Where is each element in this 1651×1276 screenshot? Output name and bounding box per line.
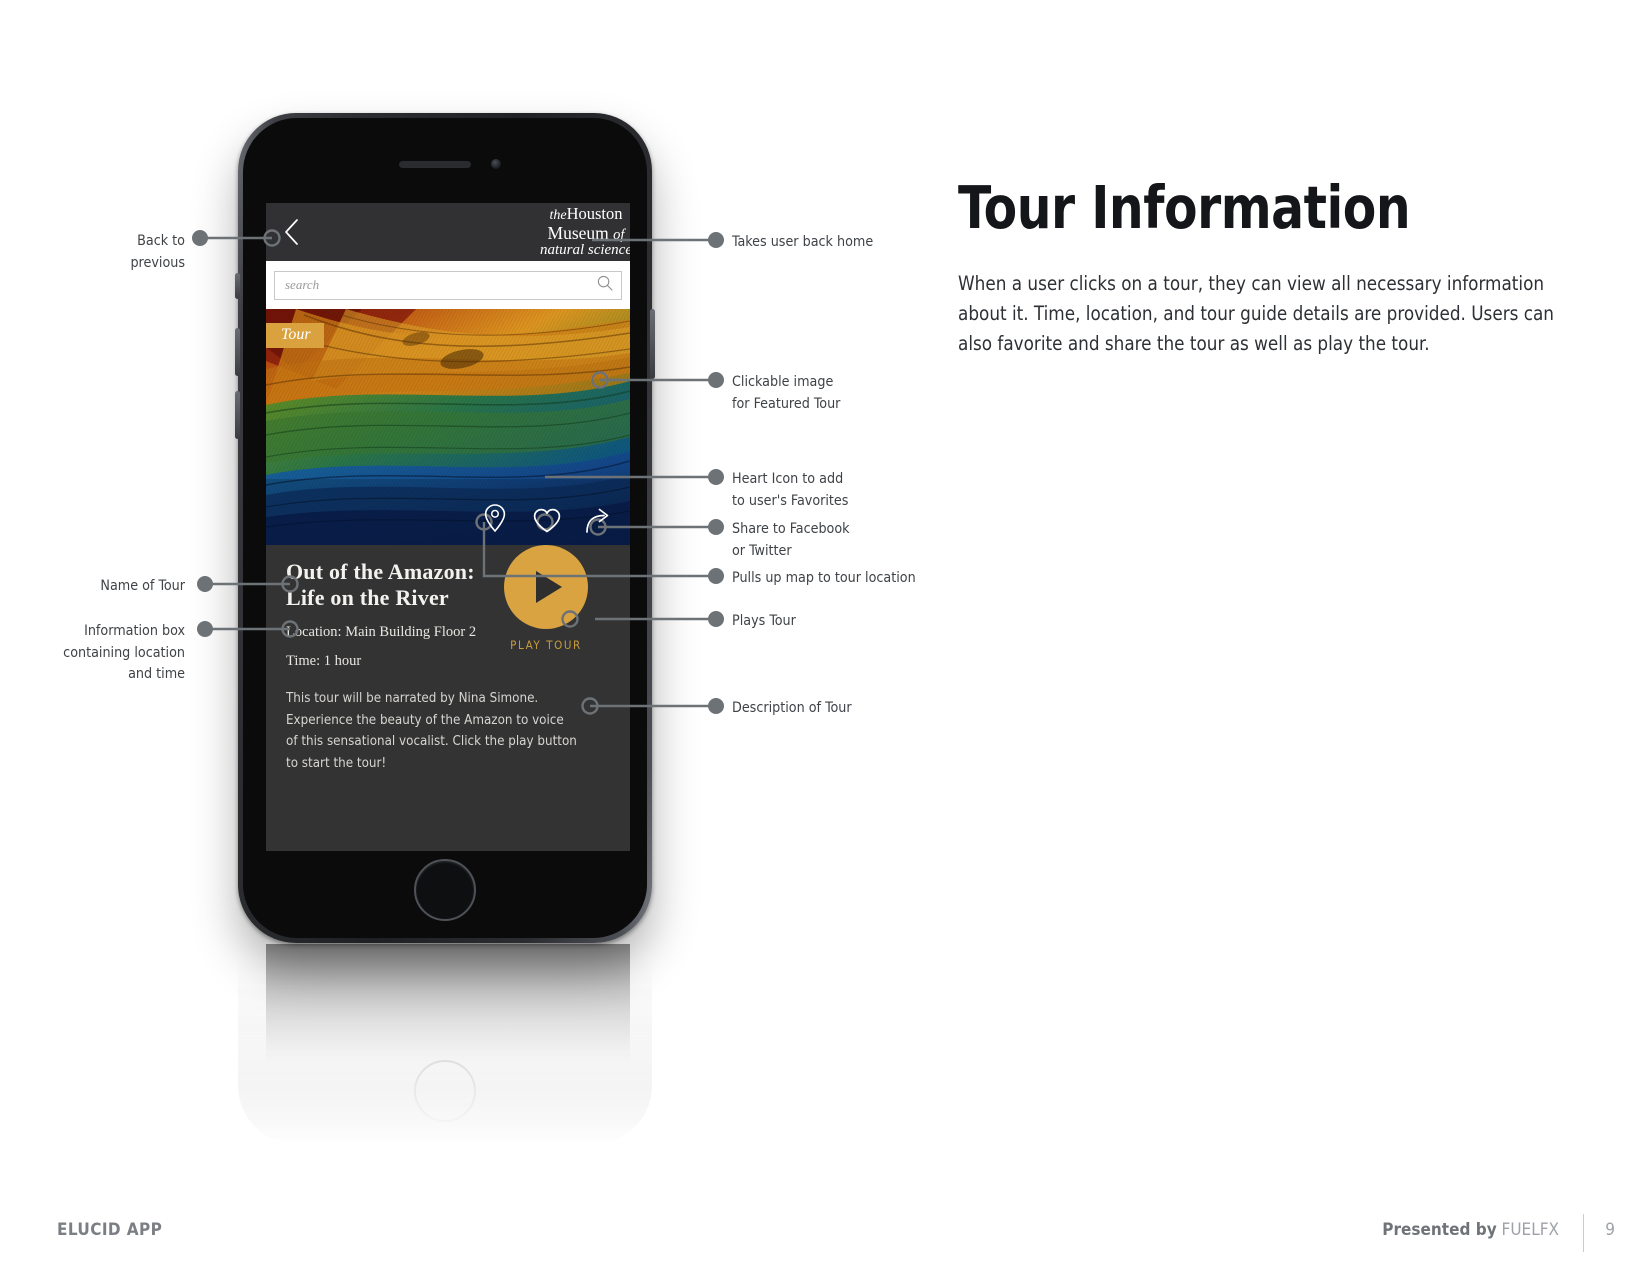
home-button[interactable] bbox=[414, 859, 476, 921]
logo-of: of bbox=[613, 226, 625, 243]
volume-down-button[interactable] bbox=[235, 391, 240, 439]
logo-natural-science: natural science bbox=[539, 242, 630, 259]
silent-switch[interactable] bbox=[235, 273, 240, 299]
map-pin-icon[interactable] bbox=[480, 501, 510, 535]
play-button[interactable] bbox=[504, 545, 588, 629]
hmns-logo[interactable]: theHouston Museum of natural science bbox=[540, 205, 630, 258]
callout-plays-tour: Plays Tour bbox=[732, 613, 796, 629]
play-tour-control[interactable]: PLAY TOUR bbox=[498, 545, 594, 652]
page-footer: ELUCID APP Presented by FUELFX 9 bbox=[0, 1212, 1651, 1276]
play-tour-label: PLAY TOUR bbox=[510, 638, 582, 652]
callout-information-box: Information box containing location and … bbox=[63, 623, 185, 683]
callout-heart-icon-favorites: Heart Icon to add to user's Favorites bbox=[732, 471, 849, 509]
front-camera bbox=[491, 159, 501, 169]
page-title: Tour Information bbox=[958, 173, 1411, 242]
earpiece-speaker bbox=[399, 161, 471, 168]
callout-name-of-tour: Name of Tour bbox=[100, 578, 185, 594]
tour-badge: Tour bbox=[266, 323, 324, 348]
footer-app-name: ELUCID APP bbox=[57, 1220, 163, 1240]
app-header: theHouston Museum of natural science bbox=[266, 203, 630, 261]
footer-page-number: 9 bbox=[1605, 1220, 1615, 1240]
callout-clickable-image: Clickable image for Featured Tour bbox=[732, 374, 841, 412]
back-button[interactable] bbox=[280, 217, 302, 247]
footer-presented-by: Presented by FUELFX bbox=[1382, 1220, 1559, 1240]
power-button[interactable] bbox=[650, 309, 655, 379]
logo-houston: Houston bbox=[566, 204, 623, 224]
article-block: Tour Information When a user clicks on a… bbox=[958, 178, 1618, 360]
callout-share-social: Share to Facebook or Twitter bbox=[732, 521, 850, 559]
footer-presented-label: Presented by bbox=[1382, 1220, 1497, 1240]
featured-tour-image[interactable]: Tour bbox=[266, 309, 630, 545]
slide-page: Tour Information When a user clicks on a… bbox=[0, 0, 1651, 1276]
tour-detail-panel: Out of the Amazon: Life on the River Loc… bbox=[266, 545, 630, 851]
logo-the: the bbox=[549, 208, 567, 224]
page-body-text: When a user clicks on a tour, they can v… bbox=[958, 272, 1554, 356]
search-icon[interactable] bbox=[597, 275, 613, 296]
phone-screen: theHouston Museum of natural science sea… bbox=[266, 203, 630, 851]
search-bar: search bbox=[266, 261, 630, 309]
logo-museum: Museum bbox=[547, 222, 609, 243]
tour-time: Time: 1 hour bbox=[286, 652, 362, 669]
search-placeholder: search bbox=[285, 277, 320, 292]
phone-mockup: theHouston Museum of natural science sea… bbox=[235, 113, 655, 943]
footer-brand: FUELFX bbox=[1501, 1220, 1559, 1240]
callout-back-to-previous: Back to previous bbox=[130, 233, 185, 271]
share-icon[interactable] bbox=[584, 507, 614, 535]
callout-pulls-up-map: Pulls up map to tour location bbox=[732, 570, 916, 586]
callout-description-of-tour: Description of Tour bbox=[732, 700, 852, 716]
tour-title: Out of the Amazon: Life on the River bbox=[286, 559, 475, 610]
tour-description: This tour will be narrated by Nina Simon… bbox=[286, 691, 577, 771]
play-triangle-icon bbox=[535, 571, 562, 603]
footer-divider bbox=[1583, 1214, 1584, 1252]
heart-icon[interactable] bbox=[532, 507, 562, 535]
callout-takes-user-back-home: Takes user back home bbox=[732, 234, 874, 250]
volume-up-button[interactable] bbox=[235, 328, 240, 376]
search-input[interactable]: search bbox=[274, 270, 622, 300]
phone-reflection bbox=[238, 944, 652, 1144]
hero-action-icons bbox=[480, 501, 614, 535]
